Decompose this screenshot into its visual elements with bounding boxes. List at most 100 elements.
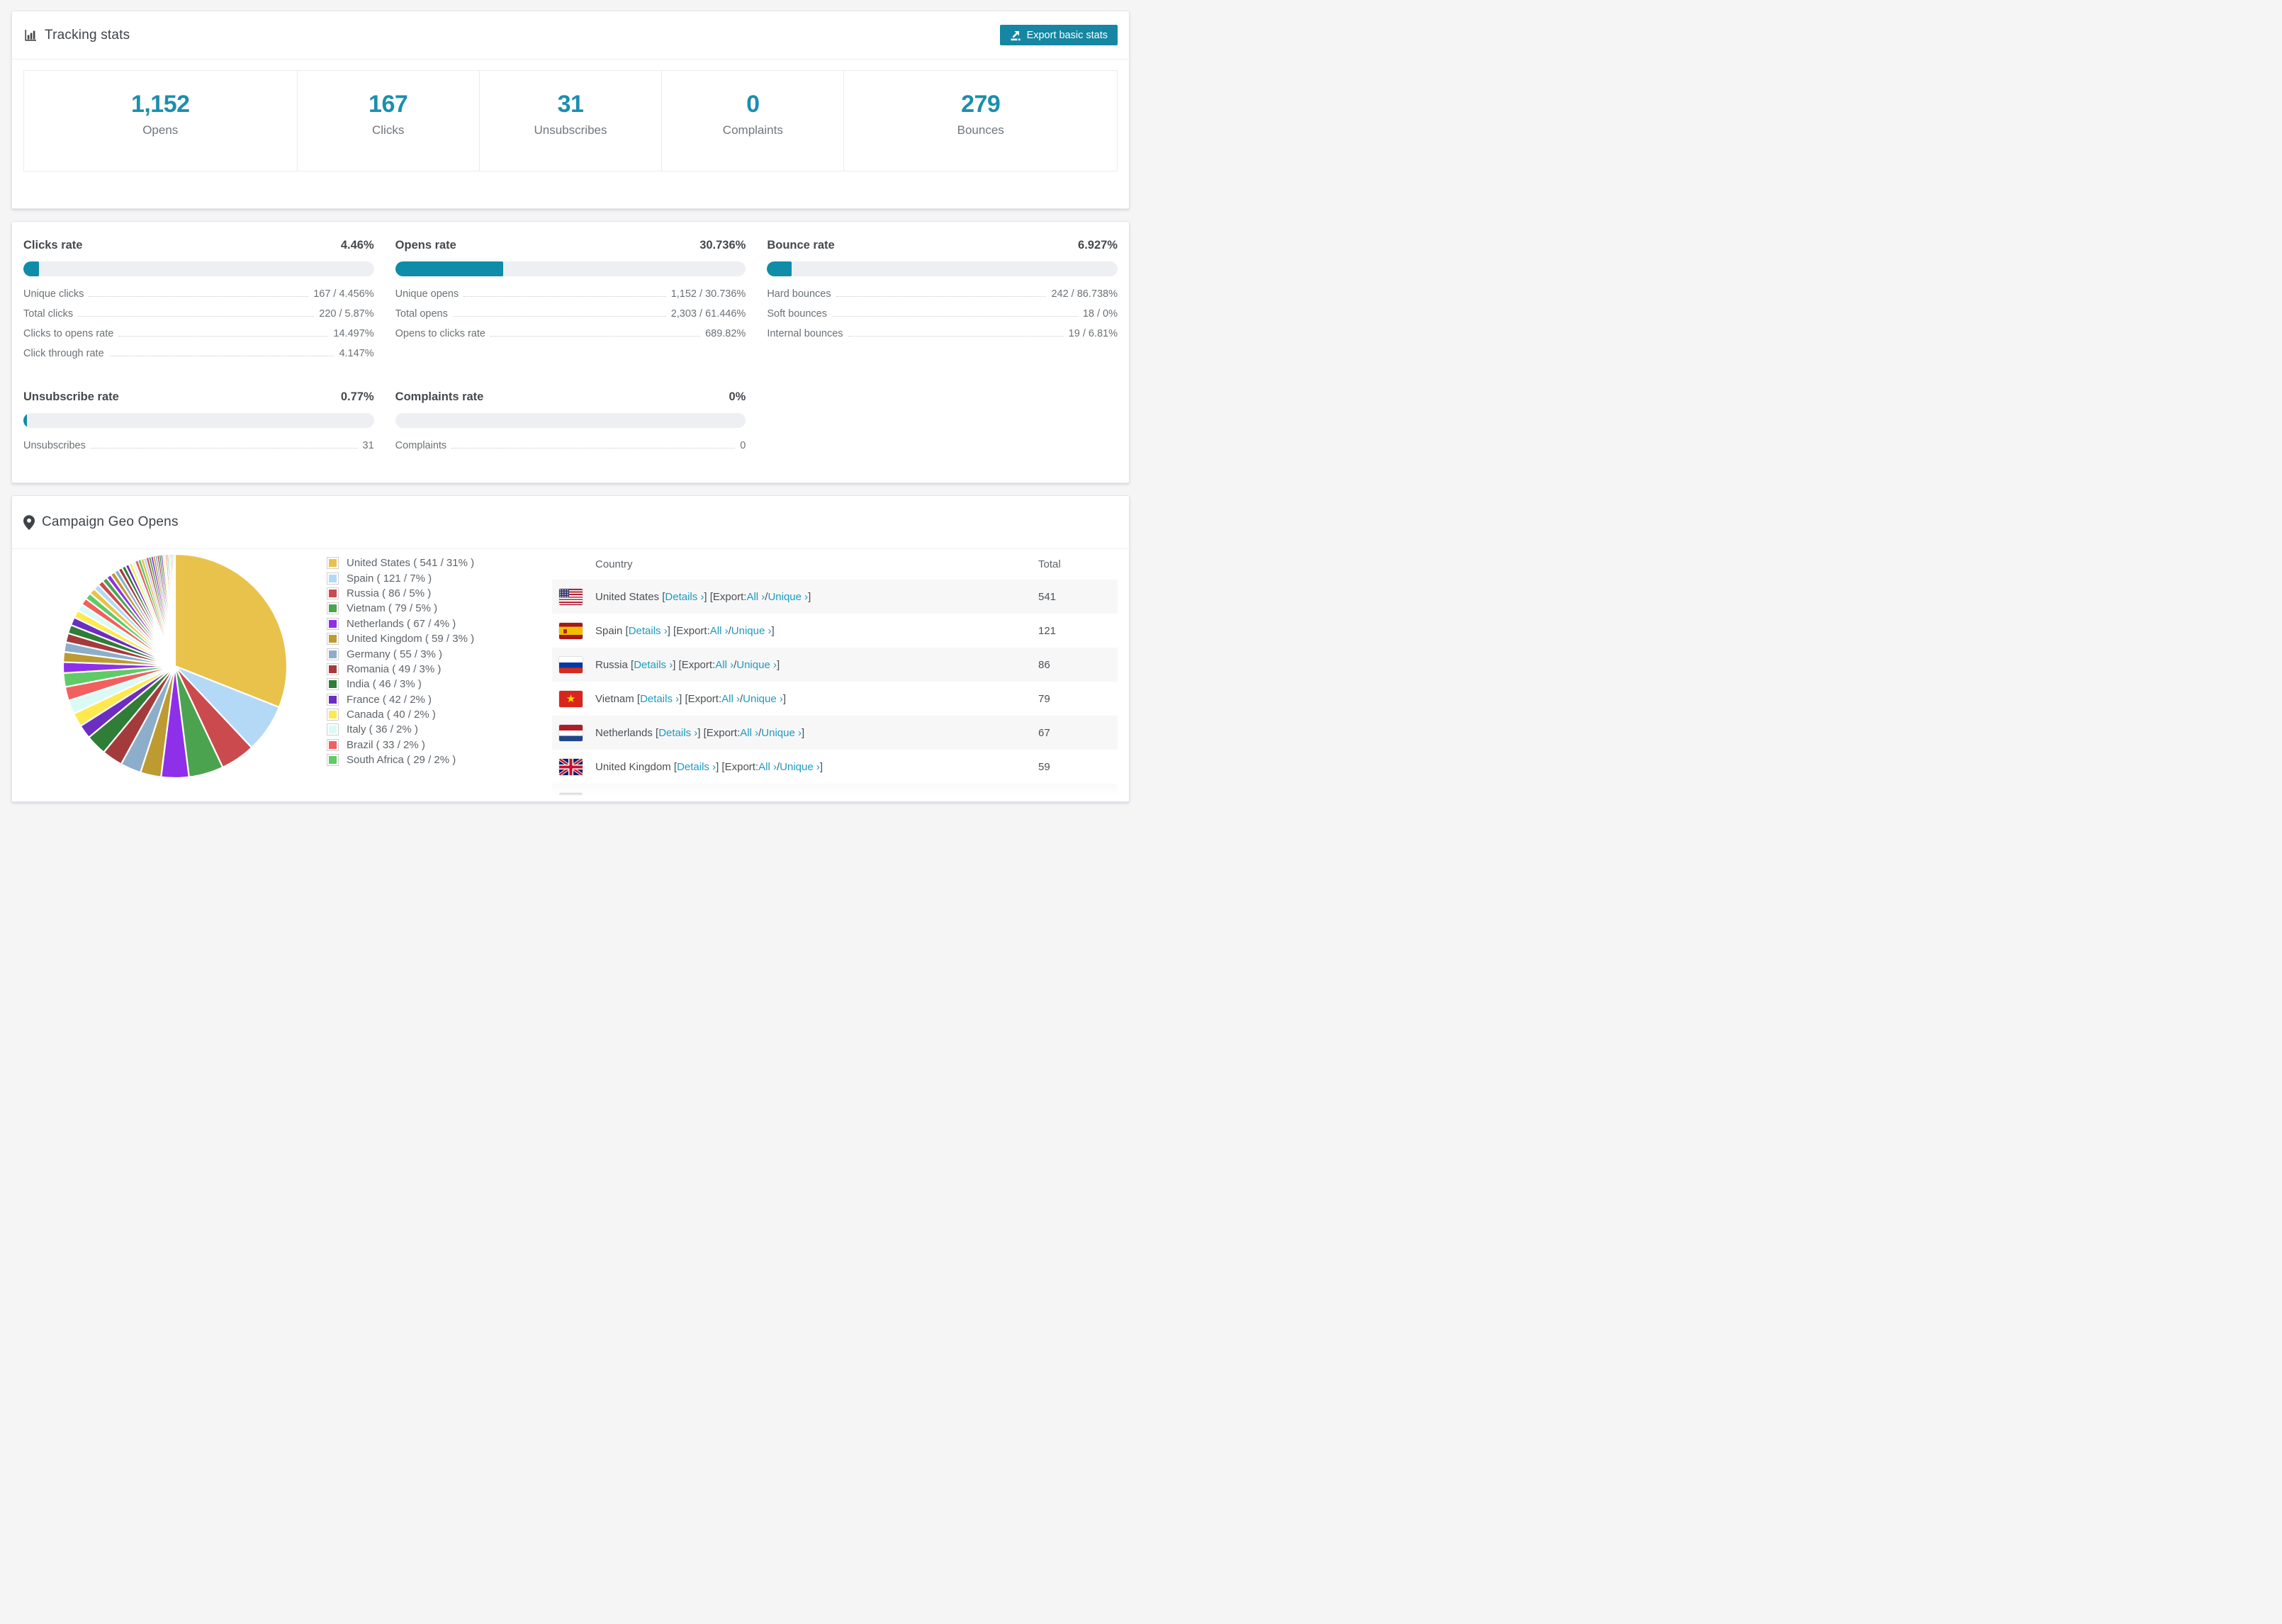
details-link-ru[interactable]: Details ›	[634, 659, 673, 671]
export-unique-link-us[interactable]: Unique ›	[768, 591, 808, 603]
dotted-leader	[118, 328, 329, 337]
rate-panel-unsubscribe-rate: Unsubscribe rate 0.77% Unsubscribes 31	[23, 390, 374, 460]
tracking-stats-page: Tracking stats Export basic stats 1,152 O…	[0, 0, 1141, 812]
legend-swatch	[327, 693, 339, 706]
legend-label: Vietnam ( 79 / 5% )	[347, 602, 438, 615]
rate-stat-label: Soft bounces	[767, 308, 827, 320]
rate-progress-bar	[23, 413, 374, 428]
rate-title: Bounce rate	[767, 239, 835, 252]
rate-value: 30.736%	[699, 239, 746, 252]
legend-swatch	[327, 572, 339, 585]
export-all-link-nl[interactable]: All ›	[740, 727, 758, 739]
rate-stat-row: Soft bounces 18 / 0%	[767, 308, 1118, 328]
flag-icon-vn	[559, 690, 583, 707]
export-all-link-vn[interactable]: All ›	[721, 693, 740, 705]
column-header-country: Country	[595, 558, 633, 570]
stat-label: Complaints	[722, 123, 783, 137]
rate-title: Unsubscribe rate	[23, 390, 119, 403]
total-value: 541	[1038, 590, 1057, 603]
dotted-leader	[108, 348, 335, 356]
export-all-link-gb[interactable]: All ›	[758, 761, 777, 773]
dotted-leader	[452, 308, 666, 317]
details-link-us[interactable]: Details ›	[665, 591, 704, 603]
flag-icon-us	[559, 588, 583, 605]
legend-label: Netherlands ( 67 / 4% )	[347, 617, 456, 630]
details-link-nl[interactable]: Details ›	[658, 727, 697, 739]
details-link-es[interactable]: Details ›	[629, 625, 668, 637]
legend-swatch	[327, 602, 339, 615]
rate-stat-value: 167 / 4.456%	[313, 288, 374, 300]
rate-stat-label: Complaints	[395, 440, 447, 451]
legend-swatch	[327, 754, 339, 767]
legend-swatch	[327, 723, 339, 736]
export-all-link-ru[interactable]: All ›	[715, 659, 734, 671]
flag-icon-de	[559, 792, 583, 801]
export-unique-link-gb[interactable]: Unique ›	[780, 761, 820, 773]
export-unique-link-vn[interactable]: Unique ›	[743, 693, 783, 705]
geo-pie-chart[interactable]	[61, 552, 289, 780]
rate-panel-bounce-rate: Bounce rate 6.927% Hard bounces 242 / 86.73…	[767, 239, 1118, 368]
legend-swatch	[327, 662, 339, 675]
total-value: 86	[1038, 658, 1050, 671]
export-unique-link-de[interactable]: Unique ›	[748, 795, 788, 802]
legend-label: Brazil ( 33 / 2% )	[347, 738, 425, 751]
legend-item-canada: Canada ( 40 / 2% )	[327, 707, 552, 722]
stat-label: Clicks	[371, 123, 405, 137]
flag-icon-es	[559, 622, 583, 639]
export-unique-link-nl[interactable]: Unique ›	[761, 727, 802, 739]
rate-stat-row: Internal bounces 19 / 6.81%	[767, 328, 1118, 348]
export-label: ] [Export:	[704, 590, 747, 603]
rate-stat-value: 689.82%	[705, 328, 746, 339]
legend-item-india: India ( 46 / 3% )	[327, 677, 552, 692]
legend-swatch	[327, 738, 339, 751]
map-pin-icon	[23, 514, 35, 530]
stat-value: 279	[961, 90, 1001, 118]
export-basic-stats-button[interactable]: Export basic stats	[999, 25, 1118, 45]
export-all-link-us[interactable]: All ›	[746, 591, 765, 603]
details-link-de[interactable]: Details ›	[645, 795, 684, 802]
geo-table-header-row: Country Total	[552, 549, 1118, 580]
rate-stat-value: 14.497%	[333, 328, 374, 339]
stat-label: Bounces	[957, 123, 1004, 137]
geo-table-row-gb: United Kingdom [Details ›] [Export: All …	[552, 750, 1118, 784]
legend-swatch	[327, 617, 339, 630]
legend-item-romania: Romania ( 49 / 3% )	[327, 662, 552, 677]
rate-stat-value: 0	[740, 440, 746, 451]
total-value: 79	[1038, 692, 1050, 705]
legend-item-france: France ( 42 / 2% )	[327, 692, 552, 707]
geo-opens-card: Campaign Geo Opens United States ( 541 /…	[11, 495, 1130, 802]
details-link-vn[interactable]: Details ›	[640, 693, 679, 705]
dotted-leader	[463, 288, 666, 297]
total-value: 55	[1038, 794, 1050, 802]
rate-panel-complaints-rate: Complaints rate 0% Complaints 0	[395, 390, 746, 460]
bracket-close: ]	[787, 794, 791, 802]
details-link-gb[interactable]: Details ›	[677, 761, 716, 773]
total-value: 121	[1038, 624, 1057, 637]
rate-stat-label: Unsubscribes	[23, 440, 86, 451]
geo-table-row-de: Germany [Details ›] [Export: All › / Uni…	[552, 784, 1118, 801]
export-all-link-de[interactable]: All ›	[726, 795, 745, 802]
stat-box-bounces: 279 Bounces	[843, 71, 1117, 171]
stat-box-opens: 1,152 Opens	[24, 71, 297, 171]
rate-panel-opens-rate: Opens rate 30.736% Unique opens 1,152 / 30.…	[395, 239, 746, 368]
country-name: Spain [	[595, 624, 629, 637]
rate-value: 0.77%	[340, 390, 374, 403]
export-unique-link-es[interactable]: Unique ›	[731, 625, 772, 637]
stat-box-complaints: 0 Complaints	[661, 71, 843, 171]
country-name: United Kingdom [	[595, 760, 678, 773]
rate-stat-label: Total clicks	[23, 308, 74, 320]
dotted-leader	[831, 308, 1078, 317]
rate-stat-value: 220 / 5.87%	[319, 308, 374, 320]
export-all-link-es[interactable]: All ›	[710, 625, 729, 637]
geo-table-row-es: Spain [Details ›] [Export: All › / Uniqu…	[552, 614, 1118, 648]
bar-chart-icon	[23, 28, 38, 43]
rate-stat-value: 4.147%	[339, 348, 374, 359]
page-title: Tracking stats	[45, 27, 130, 43]
country-name: United States [	[595, 590, 665, 603]
country-name: Russia [	[595, 658, 634, 671]
flag-icon-gb	[559, 758, 583, 775]
rate-stat-row: Click through rate 4.147%	[23, 348, 374, 368]
export-unique-link-ru[interactable]: Unique ›	[736, 659, 777, 671]
legend-swatch	[327, 678, 339, 691]
dotted-leader	[89, 288, 309, 297]
